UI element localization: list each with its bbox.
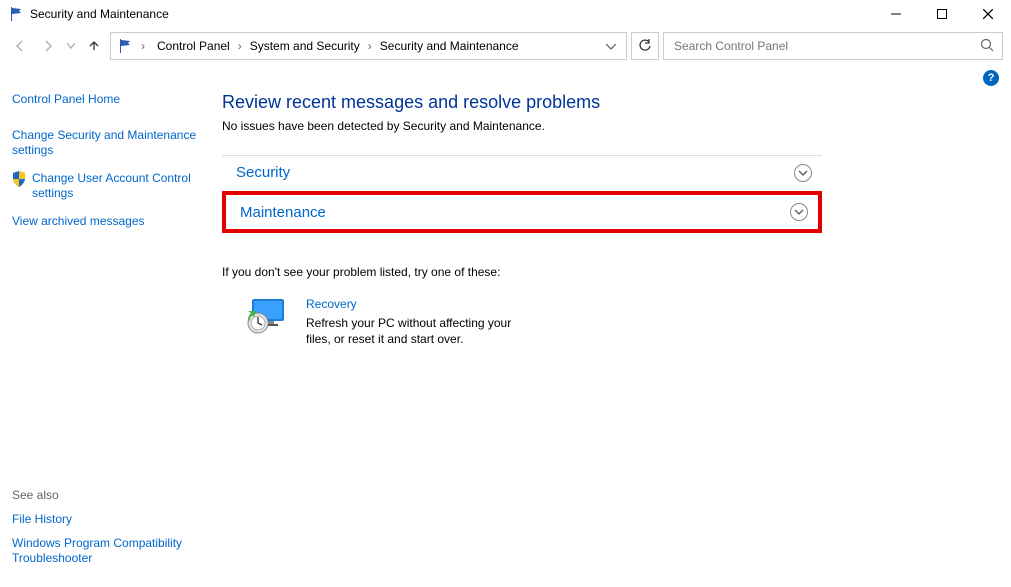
recent-dropdown[interactable] <box>64 34 78 58</box>
help-row: ? <box>0 64 1011 86</box>
maintenance-section[interactable]: Maintenance <box>226 195 818 229</box>
control-panel-home-link[interactable]: Control Panel Home <box>12 92 212 108</box>
security-section[interactable]: Security <box>222 155 822 189</box>
page-heading: Review recent messages and resolve probl… <box>222 92 999 113</box>
see-also-compat-troubleshooter[interactable]: Windows Program Compatibility Troublesho… <box>12 536 212 567</box>
recovery-icon <box>244 297 288 347</box>
refresh-button[interactable] <box>631 32 659 60</box>
flag-icon <box>8 6 24 22</box>
search-box[interactable] <box>663 32 1003 60</box>
breadcrumb-item[interactable]: Control Panel <box>153 37 234 55</box>
chevron-down-icon[interactable] <box>790 203 808 221</box>
prompt-text: If you don't see your problem listed, tr… <box>222 265 999 279</box>
sidebar-link-archived[interactable]: View archived messages <box>12 214 212 230</box>
search-input[interactable] <box>672 38 980 54</box>
maximize-button[interactable] <box>919 0 965 28</box>
search-icon[interactable] <box>980 38 994 55</box>
chevron-right-icon[interactable]: › <box>139 39 147 53</box>
main-panel: Review recent messages and resolve probl… <box>212 86 999 587</box>
window-title: Security and Maintenance <box>30 7 169 21</box>
breadcrumb: Control Panel › System and Security › Se… <box>153 37 596 55</box>
recovery-link[interactable]: Recovery <box>306 297 526 311</box>
forward-button[interactable] <box>36 34 60 58</box>
sidebar-link-label: Change User Account Control settings <box>32 171 212 202</box>
chevron-right-icon[interactable]: › <box>236 39 244 53</box>
chevron-right-icon[interactable]: › <box>366 39 374 53</box>
toolbar: › Control Panel › System and Security › … <box>0 28 1011 64</box>
sidebar-see-also: See also File History Windows Program Co… <box>12 488 212 567</box>
breadcrumb-item[interactable]: System and Security <box>246 37 364 55</box>
window-controls <box>873 0 1011 28</box>
minimize-button[interactable] <box>873 0 919 28</box>
up-button[interactable] <box>82 34 106 58</box>
address-dropdown[interactable] <box>602 39 620 53</box>
content: Control Panel Home Change Security and M… <box>0 86 1011 587</box>
security-label: Security <box>236 164 794 181</box>
flag-icon <box>117 38 133 54</box>
breadcrumb-item[interactable]: Security and Maintenance <box>376 37 523 55</box>
status-text: No issues have been detected by Security… <box>222 119 999 133</box>
chevron-down-icon[interactable] <box>794 164 812 182</box>
title-bar: Security and Maintenance <box>0 0 1011 28</box>
help-icon[interactable]: ? <box>983 70 999 86</box>
sidebar-link-security-settings[interactable]: Change Security and Maintenance settings <box>12 128 212 159</box>
see-also-label: See also <box>12 488 212 502</box>
close-button[interactable] <box>965 0 1011 28</box>
back-button[interactable] <box>8 34 32 58</box>
shield-icon <box>12 171 26 202</box>
sidebar: Control Panel Home Change Security and M… <box>12 86 212 587</box>
maintenance-highlight: Maintenance <box>222 191 822 233</box>
sidebar-link-uac-settings[interactable]: Change User Account Control settings <box>12 171 212 202</box>
recovery-text: Recovery Refresh your PC without affecti… <box>306 297 526 347</box>
see-also-file-history[interactable]: File History <box>12 512 212 528</box>
recovery-desc: Refresh your PC without affecting your f… <box>306 315 526 347</box>
maintenance-label: Maintenance <box>240 204 790 221</box>
recovery-block: Recovery Refresh your PC without affecti… <box>222 297 999 347</box>
address-bar[interactable]: › Control Panel › System and Security › … <box>110 32 627 60</box>
